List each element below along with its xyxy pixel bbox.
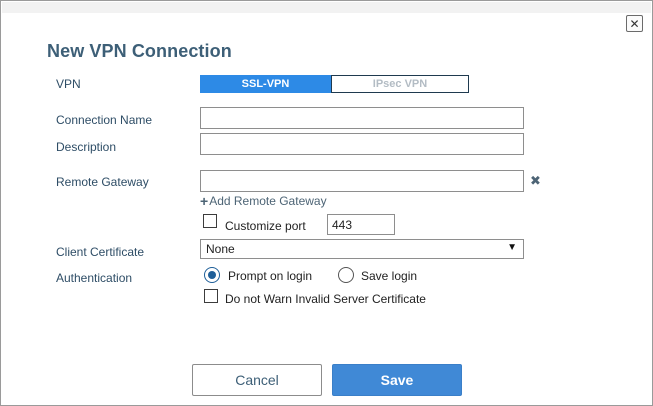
cancel-button[interactable]: Cancel <box>192 364 322 396</box>
vpn-type-ssl-button[interactable]: SSL-VPN <box>200 75 331 93</box>
save-login-label: Save login <box>361 269 418 283</box>
remove-gateway-icon[interactable]: ✖ <box>530 173 541 189</box>
new-vpn-dialog: ✕ New VPN Connection VPN SSL-VPN IPsec V… <box>0 0 653 406</box>
client-certificate-value: None <box>206 242 235 256</box>
radio-save-login[interactable] <box>338 267 354 283</box>
remote-gateway-label: Remote Gateway <box>56 175 149 189</box>
customize-port-checkbox[interactable] <box>203 214 217 228</box>
radio-prompt-on-login[interactable] <box>204 267 220 283</box>
vpn-type-ipsec-button[interactable]: IPsec VPN <box>331 75 469 93</box>
do-not-warn-label: Do not Warn Invalid Server Certificate <box>225 292 426 306</box>
connection-name-label: Connection Name <box>56 113 153 127</box>
add-remote-gateway-text: Add Remote Gateway <box>209 194 327 208</box>
client-certificate-select[interactable]: None ▼ <box>200 239 524 259</box>
add-remote-gateway-link[interactable]: + Add Remote Gateway <box>200 194 327 208</box>
save-button[interactable]: Save <box>332 364 462 396</box>
chevron-down-icon: ▼ <box>507 242 517 253</box>
client-certificate-label: Client Certificate <box>56 245 145 259</box>
connection-name-input[interactable] <box>200 107 524 129</box>
dialog-top-strip <box>2 2 651 13</box>
authentication-label: Authentication <box>56 271 133 285</box>
port-input[interactable] <box>327 214 395 235</box>
do-not-warn-checkbox[interactable] <box>204 289 218 303</box>
dialog-title: New VPN Connection <box>47 41 232 61</box>
description-input[interactable] <box>200 133 524 155</box>
vpn-label: VPN <box>56 77 81 91</box>
customize-port-label: Customize port <box>225 219 306 233</box>
close-icon[interactable]: ✕ <box>626 15 643 32</box>
description-label: Description <box>56 140 117 154</box>
prompt-on-login-label: Prompt on login <box>228 269 313 283</box>
plus-icon: + <box>200 193 209 209</box>
remote-gateway-input[interactable] <box>200 170 524 192</box>
